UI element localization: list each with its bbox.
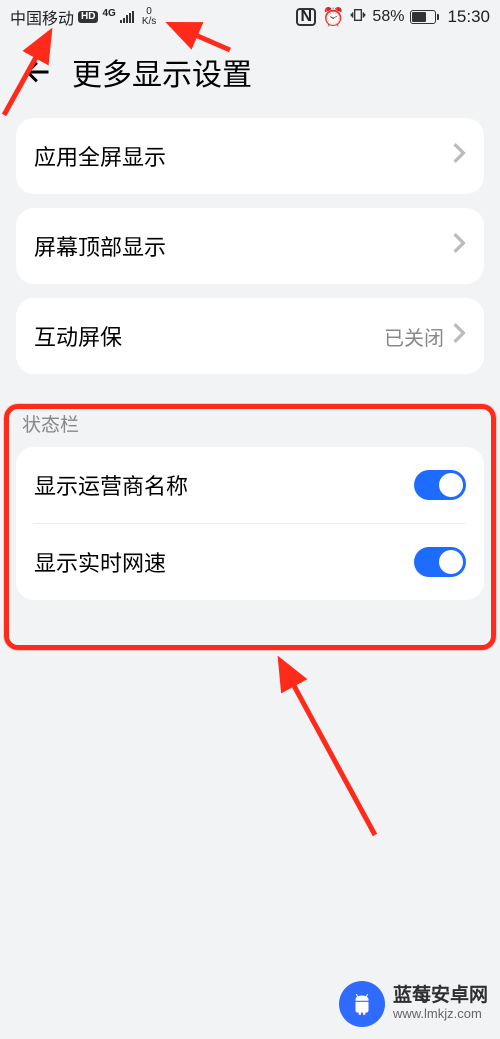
page-header: 更多显示设置 xyxy=(0,34,500,118)
row-show-netspeed-label: 显示实时网速 xyxy=(34,546,166,578)
chevron-right-icon xyxy=(452,322,466,350)
alarm-icon: ⏰ xyxy=(322,7,344,28)
network-gen-label: 4G xyxy=(102,9,115,19)
section-statusbar-title: 状态栏 xyxy=(16,388,484,447)
row-screensaver-card: 互动屏保 已关闭 xyxy=(16,298,484,374)
watermark-android-icon xyxy=(339,981,385,1027)
net-speed-indicator: 0 K/s xyxy=(142,7,156,27)
chevron-right-icon xyxy=(452,232,466,260)
watermark-text: 蓝莓安卓网 www.lmkjz.com xyxy=(393,986,488,1021)
back-button[interactable] xyxy=(22,56,54,88)
toggle-show-netspeed[interactable] xyxy=(414,547,466,577)
nfc-icon: N xyxy=(296,8,316,26)
back-arrow-icon xyxy=(24,58,52,86)
hd-badge: HD xyxy=(78,11,98,23)
toggle-knob xyxy=(439,473,463,497)
status-bar-left: 中国移动 HD 4G 0 K/s xyxy=(10,5,156,29)
row-show-netspeed[interactable]: 显示实时网速 xyxy=(16,524,484,600)
section-statusbar-card: 显示运营商名称 显示实时网速 xyxy=(16,447,484,600)
row-fullscreen[interactable]: 应用全屏显示 xyxy=(16,118,484,194)
row-screensaver[interactable]: 互动屏保 已关闭 xyxy=(16,298,484,374)
vibrate-icon xyxy=(350,7,366,27)
signal-icon xyxy=(120,11,134,23)
watermark: 蓝莓安卓网 www.lmkjz.com xyxy=(339,981,488,1027)
toggle-knob xyxy=(439,550,463,574)
watermark-url: www.lmkjz.com xyxy=(393,1007,488,1021)
chevron-right-icon xyxy=(452,142,466,170)
row-fullscreen-label: 应用全屏显示 xyxy=(34,140,166,172)
carrier-name: 中国移动 xyxy=(10,5,74,29)
battery-icon xyxy=(410,10,439,24)
row-show-carrier-label: 显示运营商名称 xyxy=(34,469,188,501)
net-speed-unit: K/s xyxy=(142,17,156,27)
row-show-carrier[interactable]: 显示运营商名称 xyxy=(16,447,484,523)
row-fullscreen-card: 应用全屏显示 xyxy=(16,118,484,194)
row-screensaver-label: 互动屏保 xyxy=(34,320,122,352)
status-bar-right: N ⏰ 58% 15:30 xyxy=(296,7,490,28)
settings-content: 应用全屏显示 屏幕顶部显示 互动屏保 已关闭 状态栏 显示运营商名称 xyxy=(0,118,500,600)
status-bar: 中国移动 HD 4G 0 K/s N ⏰ 58% 15:30 xyxy=(0,0,500,34)
watermark-title: 蓝莓安卓网 xyxy=(393,986,488,1007)
row-screensaver-value: 已关闭 xyxy=(384,322,444,351)
page-title: 更多显示设置 xyxy=(72,50,252,94)
battery-percent: 58% xyxy=(372,8,404,26)
toggle-show-carrier[interactable] xyxy=(414,470,466,500)
row-top-display[interactable]: 屏幕顶部显示 xyxy=(16,208,484,284)
row-top-display-card: 屏幕顶部显示 xyxy=(16,208,484,284)
clock: 15:30 xyxy=(447,7,490,27)
row-top-display-label: 屏幕顶部显示 xyxy=(34,230,166,262)
